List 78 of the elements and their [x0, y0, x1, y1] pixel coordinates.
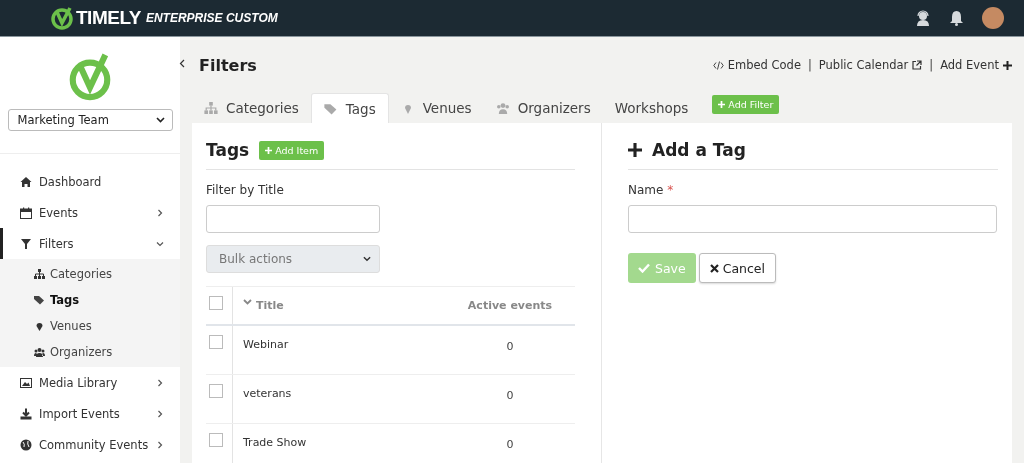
- plus-icon: [265, 146, 273, 154]
- tab[interactable]: Venues: [388, 93, 484, 123]
- tag-icon: [323, 102, 338, 115]
- name-label: Name *: [628, 183, 675, 197]
- user-avatar[interactable]: [982, 7, 1004, 29]
- globe-icon: [20, 438, 32, 451]
- tag-icon: [34, 295, 45, 305]
- tab[interactable]: Workshops: [602, 93, 701, 123]
- users-icon: [34, 347, 45, 357]
- map-pin-icon: [34, 321, 45, 331]
- tab[interactable]: Categories: [192, 93, 311, 123]
- cancel-button[interactable]: Cancel: [698, 253, 777, 283]
- page-title: Filters: [199, 55, 257, 75]
- users-icon: [495, 102, 510, 114]
- column-header: Active events: [466, 298, 554, 314]
- download-icon: [20, 407, 32, 420]
- name-input[interactable]: [628, 205, 997, 233]
- plus-icon: [718, 101, 726, 108]
- home-icon: [20, 175, 32, 188]
- header-link[interactable]: Add Event: [940, 58, 1012, 72]
- calendar-icon: [20, 206, 32, 219]
- sidebar-item[interactable]: Import Events: [0, 398, 180, 429]
- active-events-cell-text: 0: [506, 340, 514, 355]
- panel-title: Tags: [206, 140, 250, 160]
- support-agent-icon[interactable]: [915, 10, 931, 26]
- form-title: Add a Tag: [652, 140, 746, 160]
- external-link-icon: [912, 60, 923, 70]
- header-link[interactable]: Public Calendar: [818, 58, 923, 72]
- separator: |: [807, 58, 812, 72]
- bulk-actions-select[interactable]: Bulk actions: [206, 245, 380, 273]
- brand-name: TIMELY: [76, 7, 141, 29]
- filter-label: Filter by Title: [206, 183, 285, 197]
- checkmark-logo-icon: [50, 6, 74, 30]
- caret-icon: [363, 256, 371, 262]
- row-checkbox[interactable]: [209, 335, 223, 349]
- separator: |: [929, 58, 934, 72]
- chevron-right-icon: [156, 409, 164, 418]
- submenu-item[interactable]: Categories: [0, 261, 180, 287]
- chevron-right-icon: [156, 440, 164, 449]
- sidebar-item[interactable]: Community Events: [0, 429, 180, 460]
- row-checkbox[interactable]: [209, 433, 223, 447]
- active-events-cell-text: 0: [506, 438, 514, 453]
- submenu-item[interactable]: Tags: [0, 287, 180, 313]
- filter-input[interactable]: [206, 205, 380, 233]
- close-icon: [709, 263, 719, 273]
- collapse-chevron-icon[interactable]: [179, 59, 185, 68]
- checkmark-logo-icon: [67, 51, 113, 101]
- chevron-down-icon: [156, 239, 164, 248]
- sidebar-item[interactable]: Dashboard: [0, 166, 180, 197]
- sidebar-item[interactable]: Media Library: [0, 367, 180, 398]
- chevron-down-icon: [243, 299, 252, 305]
- tab[interactable]: Organizers: [483, 93, 603, 123]
- sitemap-icon: [204, 102, 218, 114]
- calendar-select[interactable]: Marketing Team: [7, 109, 173, 131]
- submenu-item[interactable]: Organizers: [0, 339, 180, 365]
- chevron-right-icon: [156, 208, 164, 217]
- row-checkbox[interactable]: [209, 384, 223, 398]
- plus-icon: [628, 143, 642, 157]
- edition-label: ENTERPRISE CUSTOM: [145, 11, 278, 25]
- tag-title-cell[interactable]: Webinar: [243, 338, 289, 351]
- code-icon: [712, 60, 724, 70]
- column-header[interactable]: Title: [233, 287, 445, 324]
- notification-bell-icon[interactable]: [949, 10, 964, 26]
- caret-icon: [155, 117, 165, 123]
- tag-title-cell[interactable]: veterans: [243, 387, 292, 400]
- checkmark-icon: [638, 263, 650, 273]
- plus-icon: [1003, 60, 1012, 70]
- image-icon: [20, 376, 32, 389]
- funnel-icon: [20, 237, 32, 250]
- chevron-right-icon: [156, 378, 164, 387]
- tab[interactable]: Tags: [310, 93, 389, 123]
- active-events-cell-text: 0: [506, 389, 514, 404]
- header-link[interactable]: Embed Code: [712, 58, 801, 72]
- select-all-checkbox[interactable]: [209, 296, 223, 310]
- submenu-item[interactable]: Venues: [0, 313, 180, 339]
- tag-title-cell[interactable]: Trade Show: [243, 436, 307, 449]
- sidebar-item[interactable]: Events: [0, 197, 180, 228]
- sitemap-icon: [34, 269, 45, 279]
